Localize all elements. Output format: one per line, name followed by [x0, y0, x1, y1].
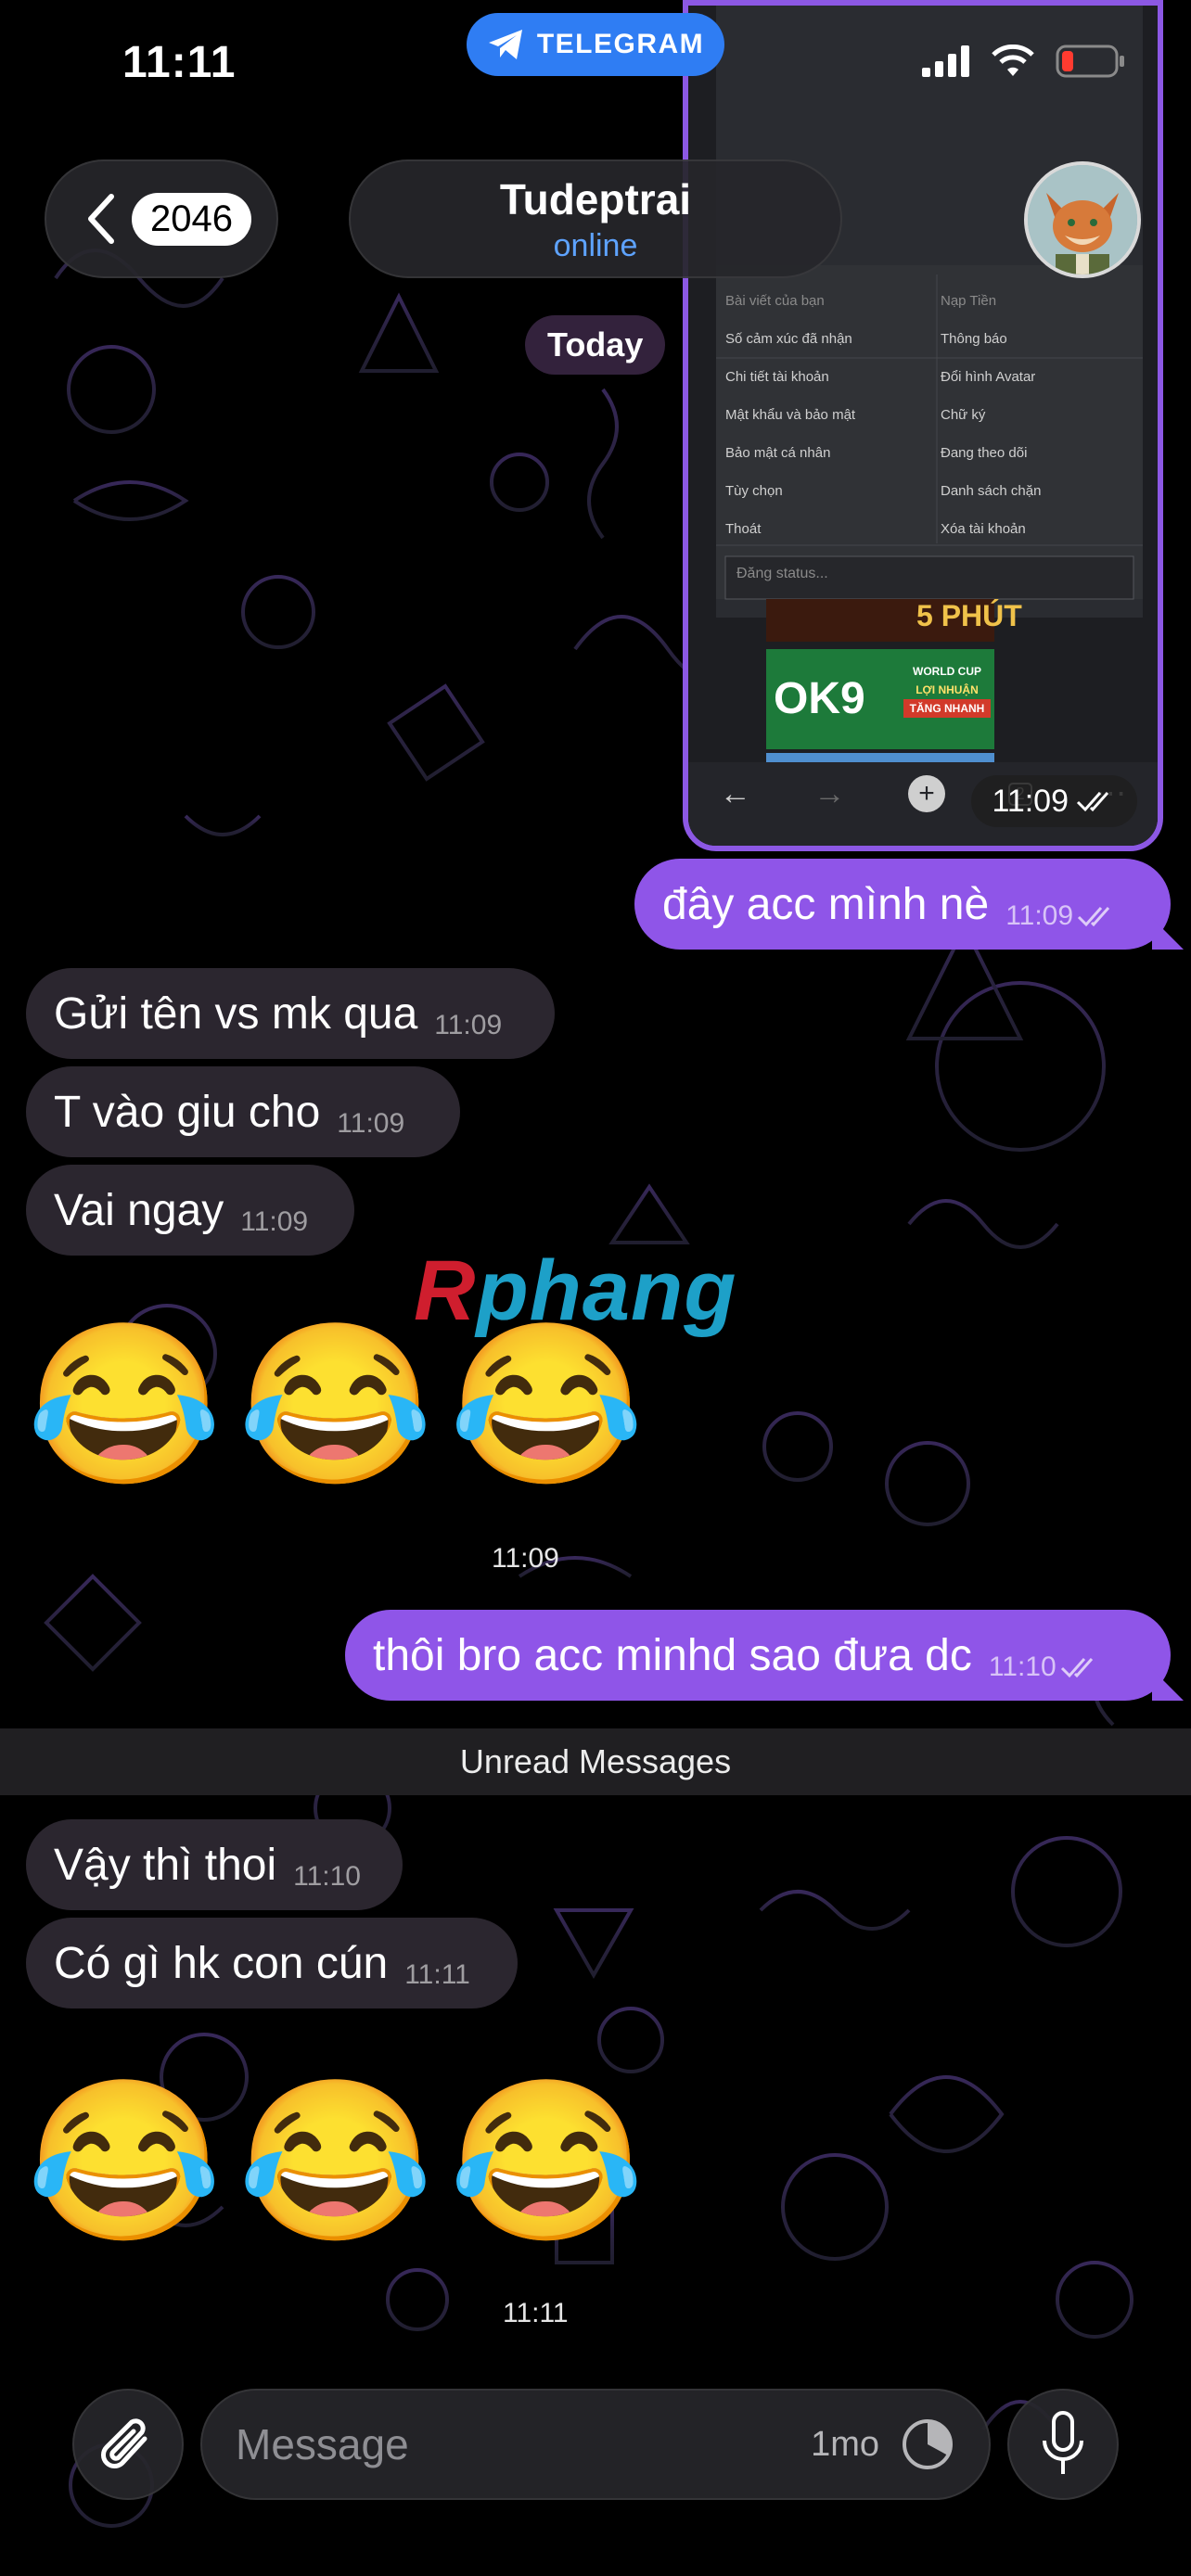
image-timestamp: 11:09 [971, 775, 1137, 827]
double-check-icon [1078, 907, 1110, 927]
timer-icon[interactable] [900, 2417, 955, 2472]
banner-text: 5 PHÚT [916, 599, 1022, 632]
outgoing-message[interactable]: thôi bro acc minhd sao đưa dc 11:10 [345, 1610, 1171, 1701]
emoji-message-time: 11:09 [492, 1543, 559, 1574]
menu-item: Chi tiết tài khoản [725, 369, 829, 385]
image-message[interactable]: Bài viết của bạn Số cảm xúc đã nhận Chi … [683, 0, 1163, 851]
message-time: 11:09 [337, 1108, 405, 1139]
message-time: 11:09 [434, 1010, 503, 1040]
forum-menu-left: Bài viết của bạn Số cảm xúc đã nhận Chi … [725, 282, 929, 548]
arrow-left-icon: ← [719, 775, 751, 811]
banner-brand: OK9 [774, 674, 865, 723]
menu-item: Bài viết của bạn [725, 293, 825, 309]
telegram-return-pill[interactable]: TELEGRAM [467, 13, 724, 76]
message-input-field[interactable]: 1mo [200, 2389, 991, 2500]
contact-status: online [553, 227, 638, 263]
microphone-button[interactable] [1007, 2389, 1119, 2500]
menu-item: Nạp Tiền [941, 293, 997, 309]
emoji-message-time: 11:11 [503, 2298, 569, 2328]
message-text: Gửi tên vs mk qua [54, 988, 418, 1039]
chevron-left-icon [88, 194, 114, 244]
incoming-message[interactable]: T vào giu cho 11:09 [26, 1066, 460, 1157]
laughing-emoji: 😂 [26, 1317, 223, 1493]
forum-menu-right: Nạp Tiền Thông báo Đổi hình Avatar Chữ k… [941, 282, 1135, 548]
menu-item: Số cảm xúc đã nhận [725, 331, 852, 347]
plus-circle-icon: + [907, 775, 945, 812]
arrow-right-icon: → [813, 775, 846, 811]
banner-text: TĂNG NHANH [903, 699, 991, 718]
emoji-message[interactable]: 😂 😂 😂 [26, 1317, 645, 1493]
message-text: Vai ngay [54, 1185, 224, 1235]
message-time: 11:10 [989, 1651, 1101, 1683]
chat-title[interactable]: Tudeptrai online [349, 159, 842, 278]
message-input[interactable] [236, 2419, 812, 2469]
incoming-message[interactable]: Gửi tên vs mk qua 11:09 [26, 968, 555, 1059]
message-time: 11:09 [240, 1206, 309, 1237]
laughing-emoji: 😂 [237, 2073, 434, 2250]
menu-item: Chữ ký [941, 407, 986, 423]
paperclip-icon [101, 2418, 147, 2468]
incoming-message[interactable]: Vai ngay 11:09 [26, 1165, 354, 1256]
message-text: đây acc mình nè [662, 879, 990, 929]
fox-avatar-image [1028, 165, 1137, 274]
menu-item: Đổi hình Avatar [941, 369, 1036, 385]
outgoing-message[interactable]: đây acc mình nè 11:09 [634, 859, 1171, 950]
microphone-icon [1043, 2411, 1083, 2474]
menu-item: Thoát [725, 521, 762, 537]
menu-item: Thông báo [941, 331, 1007, 347]
menu-item: Mật khẩu và bảo mật [725, 407, 856, 423]
menu-item: Tùy chọn [725, 483, 783, 499]
message-text: T vào giu cho [54, 1087, 321, 1137]
emoji-message[interactable]: 😂 😂 😂 [26, 2073, 645, 2250]
cellular-signal-icon [922, 45, 969, 77]
unread-count-badge: 2046 [132, 192, 251, 246]
laughing-emoji: 😂 [237, 1317, 434, 1493]
status-input-placeholder: Đăng status... [736, 566, 828, 581]
telegram-icon [488, 30, 522, 59]
message-time: 11:09 [1005, 900, 1118, 932]
telegram-label: TELEGRAM [536, 29, 705, 59]
status-bar-time: 11:11 [122, 38, 237, 87]
banner-copy: WORLD CUP LỢI NHUẬN TĂNG NHANH [903, 662, 991, 718]
incoming-message[interactable]: Vậy thì thoi 11:10 [26, 1819, 403, 1910]
menu-item: Bảo mật cá nhân [725, 445, 831, 461]
menu-item: Xóa tài khoản [941, 521, 1026, 537]
laughing-emoji: 😂 [448, 2073, 646, 2250]
message-time: 11:10 [293, 1861, 361, 1892]
back-button[interactable]: 2046 [45, 159, 278, 278]
menu-item: Danh sách chặn [941, 483, 1042, 499]
status-icons [922, 45, 1126, 78]
banner-text: LỢI NHUẬN [916, 683, 979, 696]
avatar[interactable] [1024, 161, 1141, 278]
message-text: thôi bro acc minhd sao đưa dc [373, 1630, 972, 1680]
message-time: 11:09 [992, 783, 1069, 819]
banner-text: WORLD CUP [913, 665, 981, 678]
battery-low-icon [1056, 45, 1124, 78]
menu-item: Đang theo dõi [941, 445, 1028, 461]
wifi-icon [992, 45, 1034, 76]
incoming-message[interactable]: Có gì hk con cún 11:11 [26, 1918, 518, 2009]
auto-delete-timer-label: 1mo [811, 2424, 879, 2464]
double-check-icon [1076, 792, 1109, 812]
time-label: 11:09 [1005, 900, 1074, 931]
date-badge: Today [525, 315, 666, 375]
unread-messages-divider: Unread Messages [0, 1728, 1191, 1795]
laughing-emoji: 😂 [448, 1317, 646, 1493]
message-text: Có gì hk con cún [54, 1938, 389, 1988]
contact-name: Tudeptrai [499, 174, 692, 223]
message-time: 11:11 [404, 1959, 470, 1990]
laughing-emoji: 😂 [26, 2073, 223, 2250]
attach-button[interactable] [72, 2389, 184, 2500]
message-text: Vậy thì thoi [54, 1840, 277, 1890]
double-check-icon [1060, 1658, 1093, 1678]
time-label: 11:10 [988, 1651, 1057, 1682]
